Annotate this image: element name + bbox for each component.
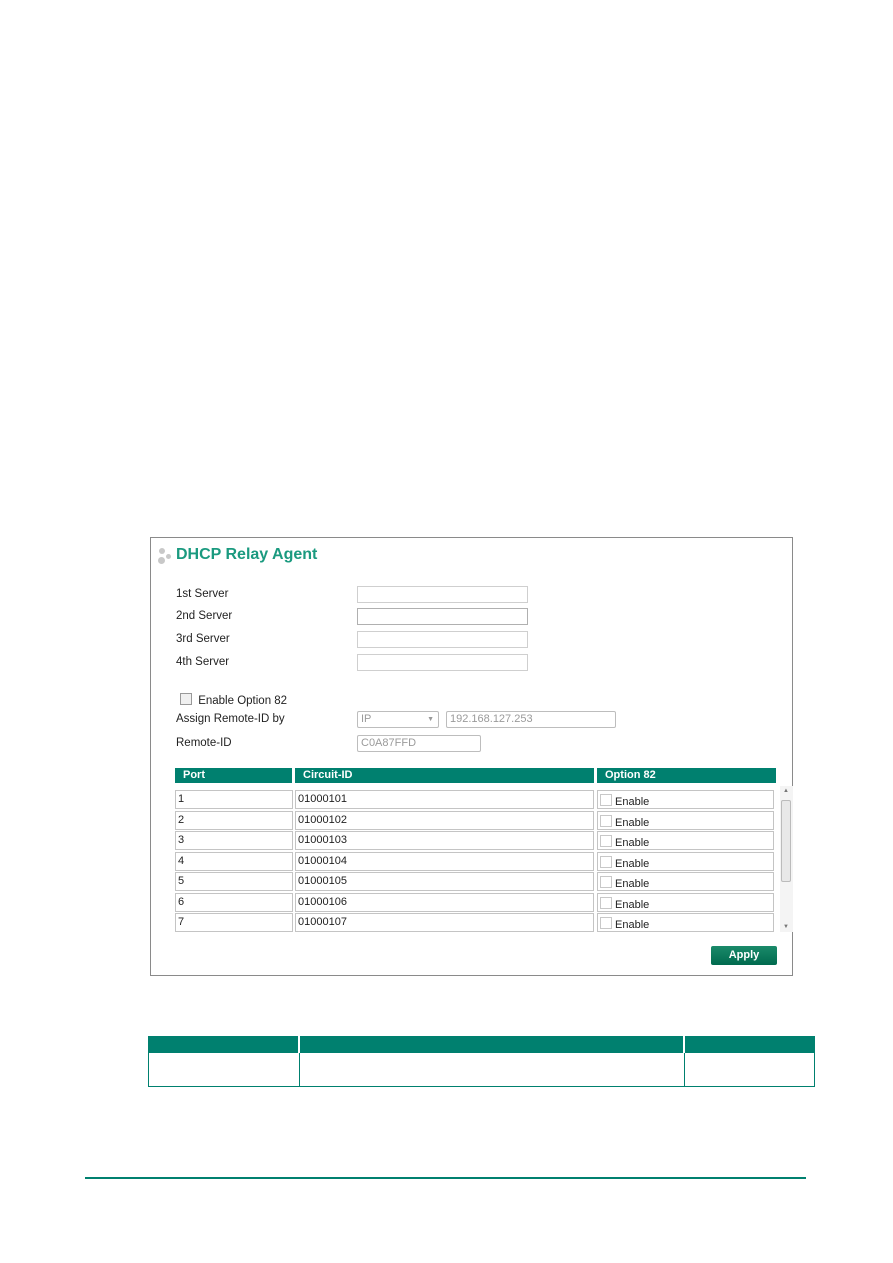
footer-rule bbox=[85, 1177, 806, 1179]
assign-remote-id-select[interactable]: IP ▼ bbox=[357, 711, 439, 728]
port-value: 6 bbox=[178, 895, 185, 908]
header-option82: Option 82 bbox=[597, 768, 776, 783]
option82-checkbox[interactable] bbox=[600, 896, 612, 909]
assign-remote-id-label: Assign Remote-ID by bbox=[176, 713, 285, 725]
option82-checkbox[interactable] bbox=[600, 794, 612, 806]
scroll-thumb[interactable] bbox=[781, 800, 791, 882]
port-value: 3 bbox=[178, 834, 185, 846]
circuit-id-input[interactable]: 01000105 bbox=[295, 872, 594, 891]
remote-id-label: Remote-ID bbox=[176, 737, 232, 749]
header-port: Port bbox=[175, 768, 292, 783]
server3-input[interactable] bbox=[357, 631, 528, 648]
port-cell: 6 bbox=[175, 892, 293, 912]
scroll-down-icon[interactable]: ▼ bbox=[783, 924, 789, 930]
bottom-table-header-2 bbox=[300, 1036, 683, 1053]
circuit-id-input[interactable]: 01000107 bbox=[295, 913, 594, 932]
bottom-table-cell-3 bbox=[684, 1053, 815, 1087]
option82-cell[interactable]: Enable bbox=[597, 892, 774, 912]
option82-cell[interactable]: Enable bbox=[597, 872, 774, 891]
circuit-id-input[interactable]: 01000106 bbox=[295, 892, 594, 912]
option82-checkbox[interactable] bbox=[600, 835, 612, 847]
option82-enable-label: Enable bbox=[615, 878, 650, 890]
apply-button[interactable]: Apply bbox=[711, 946, 777, 965]
server4-label: 4th Server bbox=[176, 656, 230, 668]
server1-label: 1st Server bbox=[176, 588, 229, 600]
remote-id-ip-input[interactable]: 192.168.127.253 bbox=[446, 711, 616, 728]
server1-input[interactable] bbox=[357, 586, 528, 603]
port-cell: 2 bbox=[175, 810, 293, 830]
option82-enable-label: Enable bbox=[615, 898, 650, 911]
option82-checkbox[interactable] bbox=[600, 876, 612, 888]
assign-remote-id-value: IP bbox=[361, 713, 372, 725]
option82-checkbox[interactable] bbox=[600, 855, 612, 868]
server2-label: 2nd Server bbox=[176, 610, 233, 622]
enable-option82-row[interactable]: Enable Option 82 bbox=[180, 693, 287, 707]
chevron-down-icon: ▼ bbox=[427, 716, 434, 723]
port-value: 4 bbox=[178, 854, 185, 867]
circuit-id-input[interactable]: 01000101 bbox=[295, 790, 594, 809]
port-cell: 4 bbox=[175, 851, 293, 871]
port-value: 2 bbox=[178, 813, 185, 826]
port-cell: 3 bbox=[175, 831, 293, 850]
port-value: 7 bbox=[178, 916, 185, 928]
circuit-id-input[interactable]: 01000104 bbox=[295, 851, 594, 871]
circuit-id-input[interactable]: 01000103 bbox=[295, 831, 594, 850]
server4-input[interactable] bbox=[357, 654, 528, 671]
table-scrollbar[interactable]: ▲ ▼ bbox=[780, 786, 793, 932]
enable-option82-checkbox[interactable] bbox=[180, 693, 192, 705]
option82-cell[interactable]: Enable bbox=[597, 810, 774, 830]
option82-enable-label: Enable bbox=[615, 837, 650, 849]
option82-enable-label: Enable bbox=[615, 919, 650, 931]
option82-cell[interactable]: Enable bbox=[597, 913, 774, 932]
bottom-table-header-1 bbox=[148, 1036, 298, 1053]
bottom-table-cell-1 bbox=[148, 1053, 300, 1087]
option82-cell[interactable]: Enable bbox=[597, 790, 774, 809]
port-cell: 5 bbox=[175, 872, 293, 891]
server3-label: 3rd Server bbox=[176, 633, 230, 645]
bottom-table-header-3 bbox=[685, 1036, 815, 1053]
page-title: DHCP Relay Agent bbox=[176, 546, 318, 563]
circuit-id-input[interactable]: 01000102 bbox=[295, 810, 594, 830]
option82-enable-label: Enable bbox=[615, 816, 650, 829]
option82-cell[interactable]: Enable bbox=[597, 831, 774, 850]
option82-checkbox[interactable] bbox=[600, 814, 612, 827]
port-value: 1 bbox=[178, 793, 185, 805]
header-circuit-id: Circuit-ID bbox=[295, 768, 594, 783]
document-page: DHCP Relay Agent 1st Server 2nd Server 3… bbox=[0, 0, 893, 1263]
remote-id-input[interactable]: C0A87FFD bbox=[357, 735, 481, 752]
circuit-id-value: 01000101 bbox=[298, 793, 347, 805]
option82-checkbox[interactable] bbox=[600, 917, 612, 929]
port-cell: 7 bbox=[175, 913, 293, 932]
option82-enable-label: Enable bbox=[615, 796, 650, 808]
bottom-table-cell-2 bbox=[299, 1053, 685, 1087]
circuit-id-value: 01000104 bbox=[298, 854, 347, 867]
circuit-id-value: 01000107 bbox=[298, 916, 347, 928]
circuit-id-value: 01000102 bbox=[298, 813, 347, 826]
bullet-dots-icon bbox=[157, 548, 173, 566]
option82-cell[interactable]: Enable bbox=[597, 851, 774, 871]
port-cell: 1 bbox=[175, 790, 293, 809]
circuit-id-value: 01000105 bbox=[298, 875, 347, 887]
circuit-id-value: 01000103 bbox=[298, 834, 347, 846]
port-value: 5 bbox=[178, 875, 185, 887]
server2-input[interactable] bbox=[357, 608, 528, 625]
scroll-up-icon[interactable]: ▲ bbox=[783, 788, 789, 794]
enable-option82-label: Enable Option 82 bbox=[198, 695, 288, 707]
option82-enable-label: Enable bbox=[615, 857, 650, 870]
circuit-id-value: 01000106 bbox=[298, 895, 347, 908]
